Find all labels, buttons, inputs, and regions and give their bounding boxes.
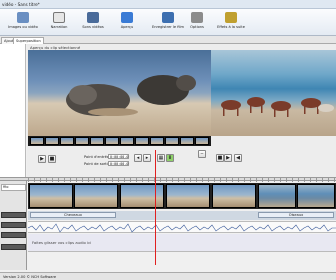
filmstrip-frame: [195, 137, 209, 145]
tab-bar: Ajouter Superposition: [0, 36, 336, 44]
prev-frame-button[interactable]: ◂: [134, 154, 142, 162]
main-toolbar: Images ou vidéo Narration Sons vidéos Ap…: [0, 9, 336, 36]
video-clip[interactable]: [120, 184, 164, 208]
add-media-icon: [17, 12, 29, 23]
filmstrip-frame: [105, 137, 119, 145]
transition-track[interactable]: Cheveaux Oiseaux: [28, 211, 336, 220]
filmstrip-frame: [135, 137, 149, 145]
track-control[interactable]: [1, 232, 26, 238]
filmstrip-frame: [150, 137, 164, 145]
track-control[interactable]: [1, 212, 26, 218]
timeline-cursor[interactable]: [155, 150, 156, 265]
add-media-button[interactable]: Images ou vidéo: [8, 11, 38, 33]
tab-overlay[interactable]: Superposition: [13, 37, 44, 44]
track-label[interactable]: ffto: [1, 184, 26, 191]
track-labels: ffto: [0, 181, 27, 270]
filmstrip-frame: [45, 137, 59, 145]
audio-drop-hint: Faites glisser vos clips audio ici: [32, 240, 92, 245]
status-bar: Version 2.00 © NCH Software: [0, 272, 336, 280]
title-bar: vidéo - Sans titre*: [0, 0, 336, 9]
audio-drop-track[interactable]: Faites glisser vos clips audio ici: [28, 234, 336, 252]
horses-image: [221, 97, 334, 117]
preview-button[interactable]: Aperçu: [112, 11, 142, 33]
stop-button[interactable]: ■: [48, 155, 56, 163]
project-play-button[interactable]: ▶: [224, 154, 232, 162]
playback-controls: ▶ ■ Point d'entrée 0:00:00.0 Point de so…: [28, 146, 336, 174]
zoom-out-button[interactable]: ‒: [198, 150, 206, 158]
filmstrip-frame: [75, 137, 89, 145]
options-button[interactable]: Options: [182, 11, 212, 33]
video-clip[interactable]: [212, 184, 256, 208]
end-point-label: Point de sortie: [84, 162, 110, 166]
track-control[interactable]: [1, 244, 26, 250]
video-clip[interactable]: [166, 184, 210, 208]
video-clip[interactable]: [258, 184, 296, 208]
project-stop-button[interactable]: ■: [216, 154, 224, 162]
filmstrip-frame: [120, 137, 134, 145]
transition-block[interactable]: Cheveaux: [30, 212, 116, 218]
seals-image: [66, 75, 196, 116]
save-film-icon: [162, 12, 174, 23]
add-clip-button[interactable]: ⬇: [166, 154, 174, 162]
sound-video-button[interactable]: Sons vidéos: [78, 11, 108, 33]
speech-bubble-icon: [53, 12, 65, 23]
video-clip[interactable]: [74, 184, 118, 208]
effects-icon: [225, 12, 237, 23]
status-text: Version 2.00 © NCH Software: [3, 275, 57, 279]
start-point-label: Point d'entrée: [84, 155, 110, 159]
audio-waveform-track[interactable]: [27, 221, 336, 233]
end-point-field[interactable]: 0:00:00.0: [108, 161, 129, 166]
effects-button[interactable]: Effets à la suite: [214, 11, 248, 33]
filmstrip-frame: [165, 137, 179, 145]
video-clip[interactable]: [297, 184, 335, 208]
transition-block[interactable]: Oiseaux: [258, 212, 334, 218]
clip-filmstrip[interactable]: [28, 136, 211, 146]
filmstrip-frame: [90, 137, 104, 145]
project-preview-video[interactable]: [211, 50, 336, 136]
timeline-ruler[interactable]: [28, 177, 336, 182]
split-button[interactable]: ▦: [157, 154, 165, 162]
audio-waveform: [27, 223, 336, 233]
media-list-panel[interactable]: [0, 44, 26, 177]
start-point-field[interactable]: 0:00:00.0: [108, 154, 129, 159]
filmstrip-frame: [180, 137, 194, 145]
video-clip[interactable]: [29, 184, 73, 208]
options-icon: [191, 12, 203, 23]
volume-button[interactable]: ◀: [234, 154, 242, 162]
window-title: vidéo - Sans titre*: [2, 2, 40, 7]
film-icon: [87, 12, 99, 23]
play-button[interactable]: ▶: [38, 155, 46, 163]
narration-button[interactable]: Narration: [44, 11, 74, 33]
track-control[interactable]: [1, 222, 26, 228]
filmstrip-frame: [30, 137, 44, 145]
next-frame-button[interactable]: ▸: [143, 154, 151, 162]
video-track[interactable]: [28, 183, 336, 209]
preview-icon: [121, 12, 133, 23]
clip-preview-video[interactable]: [28, 50, 211, 136]
filmstrip-frame: [60, 137, 74, 145]
